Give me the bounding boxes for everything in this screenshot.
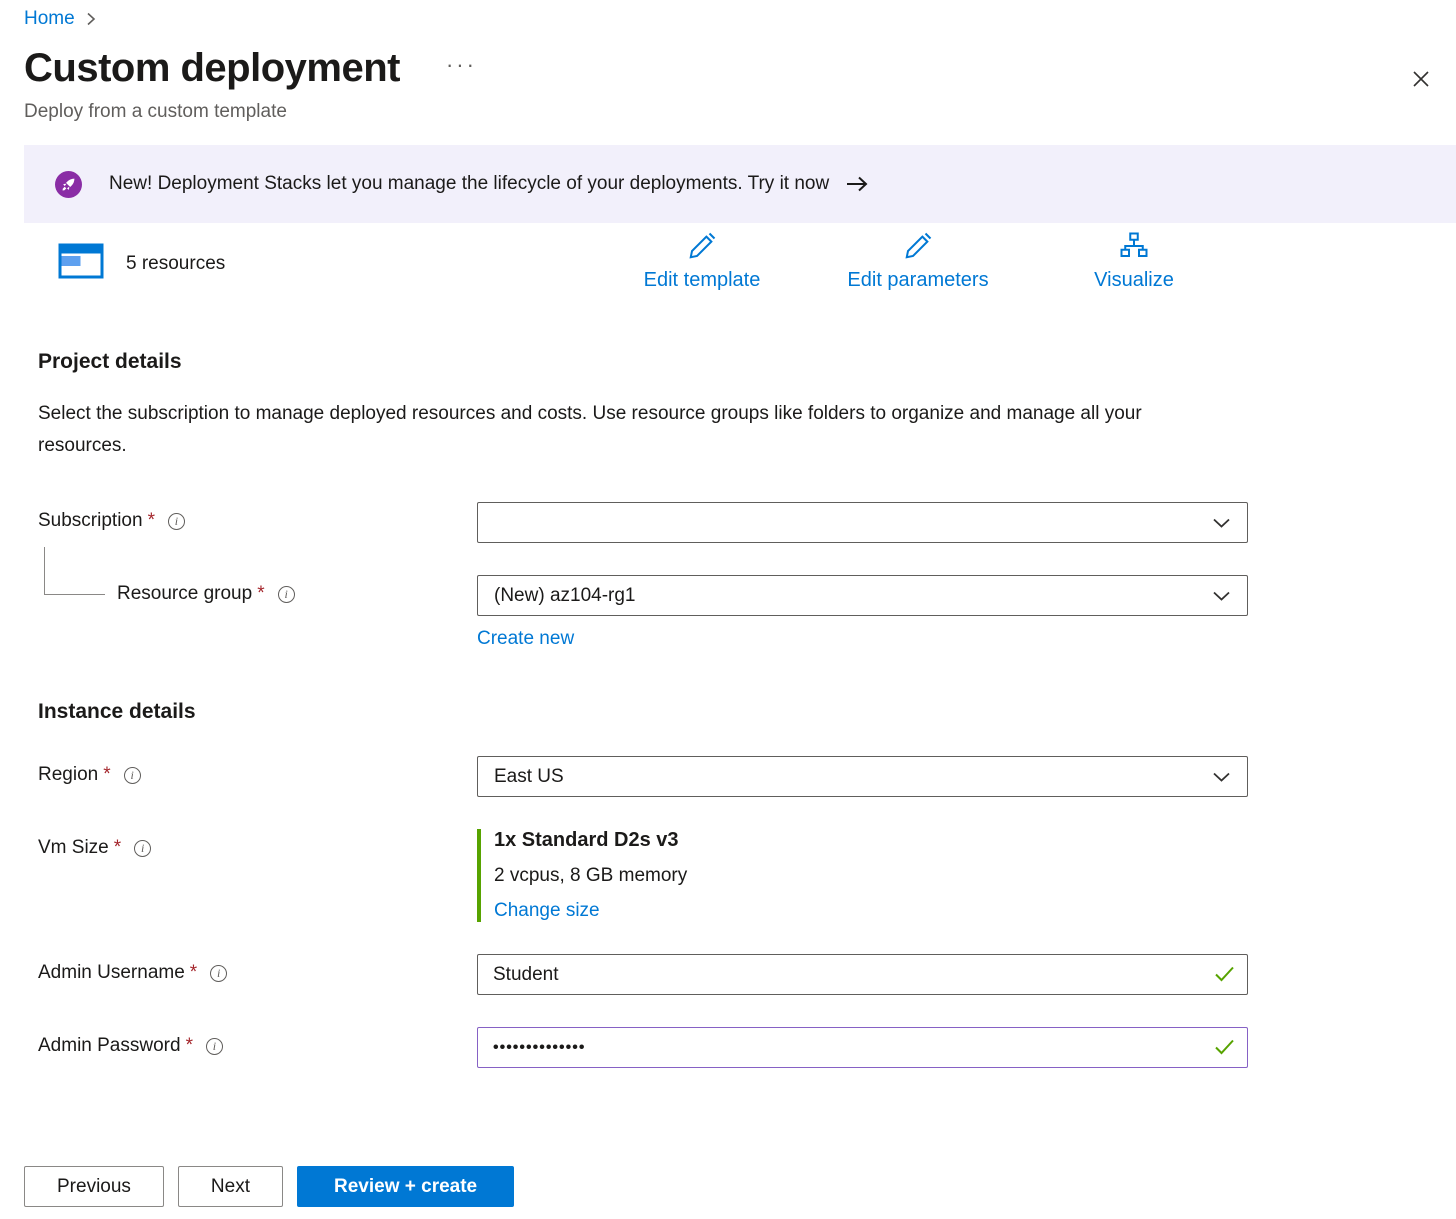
subscription-label-cell: Subscription *: [38, 502, 477, 532]
chevron-down-icon: [1212, 770, 1231, 784]
info-icon[interactable]: [206, 1038, 223, 1055]
required-marker: *: [148, 510, 155, 532]
template-icon: [58, 243, 104, 284]
tree-connector-line: [44, 547, 105, 595]
project-details-description: Select the subscription to manage deploy…: [38, 398, 1218, 462]
deployment-form: Project details Select the subscription …: [0, 350, 1456, 1068]
chevron-down-icon: [1212, 589, 1231, 603]
admin-username-label-cell: Admin Username *: [38, 954, 477, 984]
visualize-icon: [1117, 231, 1151, 267]
pencil-icon: [685, 231, 719, 267]
required-marker: *: [114, 837, 121, 859]
title-row: Custom deployment ···: [24, 46, 1432, 91]
valid-check-icon: [1214, 966, 1235, 982]
vm-size-name: 1x Standard D2s v3: [494, 829, 1248, 852]
rocket-icon: [55, 171, 82, 198]
edit-template-label: Edit template: [644, 269, 761, 292]
page-title: Custom deployment: [24, 46, 400, 91]
breadcrumb: Home: [0, 0, 1456, 30]
info-icon[interactable]: [168, 513, 185, 530]
arrow-right-icon: [845, 175, 869, 193]
page-header: Custom deployment ··· Deploy from a cust…: [0, 30, 1456, 123]
chevron-right-icon: [85, 11, 97, 27]
admin-username-row: Admin Username *: [38, 954, 1432, 995]
edit-parameters-label: Edit parameters: [847, 269, 988, 292]
edit-parameters-button[interactable]: Edit parameters: [810, 231, 1026, 298]
subscription-row: Subscription *: [38, 502, 1432, 543]
vm-size-selection: 1x Standard D2s v3 2 vcpus, 8 GB memory …: [477, 829, 1248, 922]
pencil-icon: [901, 231, 935, 267]
region-value: East US: [494, 766, 1212, 788]
previous-button[interactable]: Previous: [24, 1166, 164, 1207]
instance-details-heading: Instance details: [38, 700, 1432, 724]
resource-group-label: Resource group: [117, 583, 252, 605]
footer-actions: Previous Next Review + create: [24, 1166, 514, 1207]
admin-password-control: [477, 1027, 1248, 1068]
info-icon[interactable]: [210, 965, 227, 982]
valid-check-icon: [1214, 1039, 1235, 1055]
required-marker: *: [103, 764, 110, 786]
subscription-dropdown[interactable]: [477, 502, 1248, 543]
create-new-link[interactable]: Create new: [477, 628, 574, 650]
required-marker: *: [186, 1035, 193, 1057]
admin-username-label: Admin Username: [38, 962, 185, 984]
deployment-stacks-banner[interactable]: New! Deployment Stacks let you manage th…: [24, 145, 1456, 223]
more-options-button[interactable]: ···: [446, 52, 477, 78]
close-button[interactable]: [1406, 64, 1436, 97]
breadcrumb-home-link[interactable]: Home: [24, 8, 75, 30]
resource-group-control: (New) az104-rg1 Create new: [477, 575, 1248, 650]
required-marker: *: [257, 583, 264, 605]
vm-size-row: Vm Size * 1x Standard D2s v3 2 vcpus, 8 …: [38, 829, 1432, 922]
admin-password-label-cell: Admin Password *: [38, 1027, 477, 1057]
admin-password-row: Admin Password *: [38, 1027, 1432, 1068]
resource-group-value: (New) az104-rg1: [494, 585, 1212, 607]
admin-username-input[interactable]: [477, 954, 1248, 995]
region-row: Region * East US: [38, 756, 1432, 797]
page-subtitle: Deploy from a custom template: [24, 101, 1432, 123]
review-create-button[interactable]: Review + create: [297, 1166, 514, 1207]
template-summary-bar: 5 resources Edit template Edit parameter…: [0, 231, 1456, 298]
region-label: Region: [38, 764, 98, 786]
template-resources: 5 resources: [58, 243, 225, 298]
admin-password-input[interactable]: [477, 1027, 1248, 1068]
visualize-label: Visualize: [1094, 269, 1174, 292]
info-icon[interactable]: [278, 586, 295, 603]
info-icon[interactable]: [134, 840, 151, 857]
admin-username-control: [477, 954, 1248, 995]
banner-text: New! Deployment Stacks let you manage th…: [109, 173, 829, 195]
vm-size-label: Vm Size: [38, 837, 109, 859]
edit-template-button[interactable]: Edit template: [594, 231, 810, 298]
resource-group-dropdown[interactable]: (New) az104-rg1: [477, 575, 1248, 616]
region-label-cell: Region *: [38, 756, 477, 786]
next-button[interactable]: Next: [178, 1166, 283, 1207]
vm-size-specs: 2 vcpus, 8 GB memory: [494, 865, 1248, 887]
resource-group-row: Resource group * (New) az104-rg1 Create …: [38, 575, 1432, 650]
vm-size-label-cell: Vm Size *: [38, 829, 477, 859]
subscription-label: Subscription: [38, 510, 143, 532]
project-details-heading: Project details: [38, 350, 1432, 374]
resource-group-label-cell: Resource group *: [38, 575, 477, 605]
chevron-down-icon: [1212, 516, 1231, 530]
resources-count: 5 resources: [126, 253, 225, 275]
info-icon[interactable]: [124, 767, 141, 784]
region-dropdown[interactable]: East US: [477, 756, 1248, 797]
template-actions: Edit template Edit parameters Visualize: [594, 231, 1242, 298]
change-size-link[interactable]: Change size: [494, 900, 600, 922]
required-marker: *: [190, 962, 197, 984]
visualize-button[interactable]: Visualize: [1026, 231, 1242, 298]
admin-password-label: Admin Password: [38, 1035, 181, 1057]
